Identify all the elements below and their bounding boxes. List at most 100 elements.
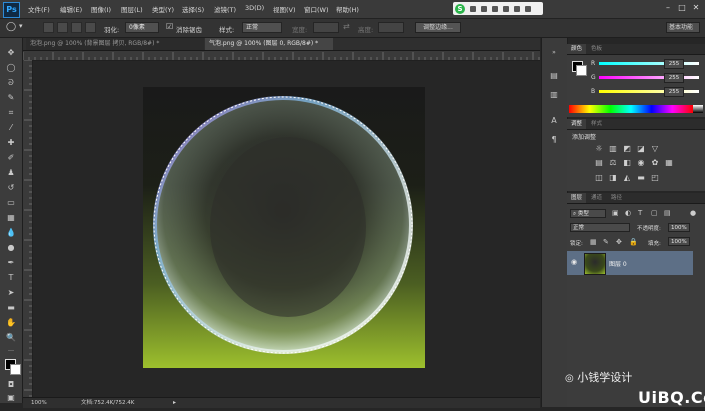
marquee-tool-icon[interactable]: ◯ [5,63,17,73]
lasso-tool-icon[interactable]: ᘐ [5,78,17,88]
antialias-checkbox[interactable]: ☑ [166,22,173,31]
threshold-icon[interactable]: ◭ [623,174,631,182]
status-arrow-icon[interactable]: ▸ [173,398,176,408]
eye-icon[interactable]: ◉ [571,258,577,266]
collapse-panels-icon[interactable]: » [549,48,559,58]
ime-toolbar[interactable]: S [453,2,543,15]
opacity-input[interactable]: 100% [668,223,690,232]
fill-input[interactable]: 100% [668,237,690,246]
intersect-selection-icon[interactable] [85,22,96,33]
vibrance-icon[interactable]: ▽ [651,145,659,153]
posterize-icon[interactable]: ◨ [609,174,617,182]
curves-icon[interactable]: ◩ [623,145,631,153]
hand-tool-icon[interactable]: ✋ [5,318,17,328]
height-input[interactable] [378,22,404,33]
menu-file[interactable]: 文件(F) [28,4,50,14]
green-value[interactable]: 255 [664,73,684,83]
eyedropper-tool-icon[interactable]: ⁄ [5,123,17,133]
bg-color-chip[interactable] [576,65,587,76]
ime-keyboard-icon[interactable] [503,5,509,12]
blur-tool-icon[interactable]: 💧 [5,228,17,238]
invert-icon[interactable]: ◫ [595,174,603,182]
paragraph-panel-icon[interactable]: ¶ [549,135,559,145]
subtract-selection-icon[interactable] [71,22,82,33]
lock-pixels-icon[interactable]: ▦ [590,238,597,246]
crop-tool-icon[interactable]: ⌗ [5,108,17,118]
brightness-icon[interactable]: ☼ [595,145,603,153]
photo-filter-icon[interactable]: ◉ [637,159,645,167]
add-selection-icon[interactable] [57,22,68,33]
bw-icon[interactable]: ◧ [623,159,631,167]
filter-shape-icon[interactable]: ▢ [651,209,658,217]
new-selection-icon[interactable] [43,22,54,33]
lock-move-icon[interactable]: ✥ [616,238,622,246]
more-tools-icon[interactable]: … [5,345,17,355]
eraser-tool-icon[interactable]: ▭ [5,198,17,208]
document-image[interactable] [143,87,425,368]
filter-pixel-icon[interactable]: ▣ [612,209,619,217]
ime-grid-icon[interactable] [525,5,531,12]
refine-edge-button[interactable]: 调整边缘... [415,22,461,33]
width-input[interactable] [313,22,339,33]
quick-select-tool-icon[interactable]: ✎ [5,93,17,103]
filter-toggle-icon[interactable]: ● [690,209,696,217]
brush-tool-icon[interactable]: ✐ [5,153,17,163]
tab-document-2[interactable]: 气泡.png @ 100% (图层 0, RGB/8#) * [205,38,333,50]
feather-input[interactable]: 0像素 [125,22,159,33]
filter-smart-icon[interactable]: ▤ [664,209,671,217]
pen-tool-icon[interactable]: ✒ [5,258,17,268]
menu-edit[interactable]: 编辑(E) [60,4,82,14]
levels-icon[interactable]: ▥ [609,145,617,153]
lock-brush-icon[interactable]: ✎ [603,238,609,246]
workspace-select[interactable]: 基本功能 [666,22,700,33]
minimize-icon[interactable]: – [664,4,672,12]
ime-moon-icon[interactable] [481,5,487,12]
tab-color[interactable]: 颜色 [567,44,587,54]
swap-icon[interactable]: ⇄ [343,22,350,31]
exposure-icon[interactable]: ◪ [637,145,645,153]
bw-ramp[interactable] [693,105,703,113]
menu-layer[interactable]: 图层(L) [121,4,143,14]
blend-mode-select[interactable]: 正常 [570,223,630,232]
quick-mask-icon[interactable]: ◘ [5,380,17,390]
type-tool-icon[interactable]: T [5,273,17,283]
blue-slider[interactable] [599,90,699,93]
color-lookup-icon[interactable]: ▦ [665,159,673,167]
menu-select[interactable]: 选择(S) [182,4,204,14]
menu-image[interactable]: 图像(I) [91,4,111,14]
green-slider[interactable] [599,76,699,79]
healing-tool-icon[interactable]: ✚ [5,138,17,148]
marquee-ellipse-icon[interactable]: ◯ [6,22,16,32]
tab-channels[interactable]: 通道 [587,193,606,203]
properties-panel-icon[interactable]: ▥ [549,90,559,100]
menu-type[interactable]: 类型(Y) [152,4,174,14]
ime-user-icon[interactable] [514,5,520,12]
tab-swatches[interactable]: 色板 [587,44,606,54]
style-select[interactable]: 正常 [242,22,282,33]
tab-paths[interactable]: 路径 [607,193,626,203]
sogou-icon[interactable]: S [455,3,465,14]
tab-styles[interactable]: 样式 [587,119,606,129]
ruler-horizontal[interactable] [23,51,540,61]
red-value[interactable]: 255 [664,59,684,69]
history-panel-icon[interactable]: ▤ [549,71,559,81]
ime-mode-icon[interactable] [470,5,476,12]
tab-layers[interactable]: 图层 [567,193,587,203]
menu-3d[interactable]: 3D(D) [245,4,264,12]
filter-adjust-icon[interactable]: ◐ [625,209,631,217]
chevron-down-icon[interactable]: ▾ [19,22,23,30]
maximize-icon[interactable]: □ [678,4,686,12]
menu-window[interactable]: 窗口(W) [304,4,329,14]
background-color-swatch[interactable] [10,364,21,375]
character-panel-icon[interactable]: A [549,116,559,126]
ruler-vertical[interactable] [23,60,33,397]
layer-filter-select[interactable]: ⌕ 类型 [570,209,606,218]
hue-sat-icon[interactable]: ▤ [595,159,603,167]
tab-document-1[interactable]: 泡泡.png @ 100% (背景图层 拷贝, RGB/8#) * [26,38,204,50]
close-icon[interactable]: ✕ [692,4,700,12]
gradient-map-icon[interactable]: ▬ [637,174,645,182]
history-brush-icon[interactable]: ↺ [5,183,17,193]
color-spectrum[interactable] [569,105,693,113]
filter-type-icon[interactable]: T [638,209,642,217]
zoom-tool-icon[interactable]: 🔍 [5,333,17,343]
